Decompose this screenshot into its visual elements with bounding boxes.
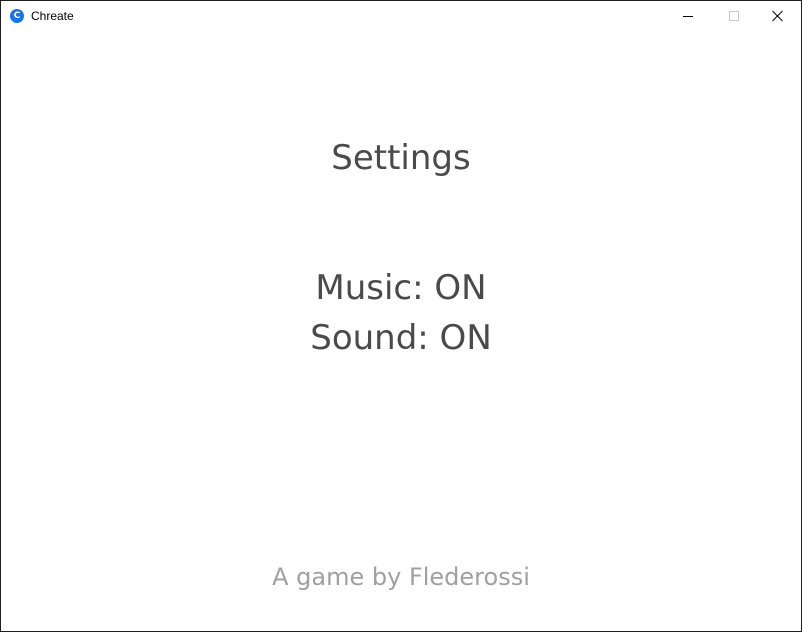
close-icon (772, 10, 784, 22)
title-bar[interactable]: C Chreate (1, 1, 801, 31)
page-title: Settings (331, 138, 471, 178)
sound-toggle[interactable]: Sound: ON (1, 318, 801, 358)
app-logo-icon: C (10, 9, 24, 23)
maximize-button[interactable] (711, 1, 757, 31)
window-title: Chreate (31, 9, 74, 23)
maximize-icon (729, 11, 739, 21)
music-toggle[interactable]: Music: ON (1, 268, 801, 308)
app-window: C Chreate Settings Music: ON Sound: ON A… (0, 0, 802, 632)
game-canvas: Settings Music: ON Sound: ON A game by F… (1, 31, 801, 631)
close-button[interactable] (755, 1, 801, 31)
minimize-icon (683, 15, 693, 17)
minimize-button[interactable] (665, 1, 711, 31)
credit-text: A game by Flederossi (272, 563, 530, 591)
